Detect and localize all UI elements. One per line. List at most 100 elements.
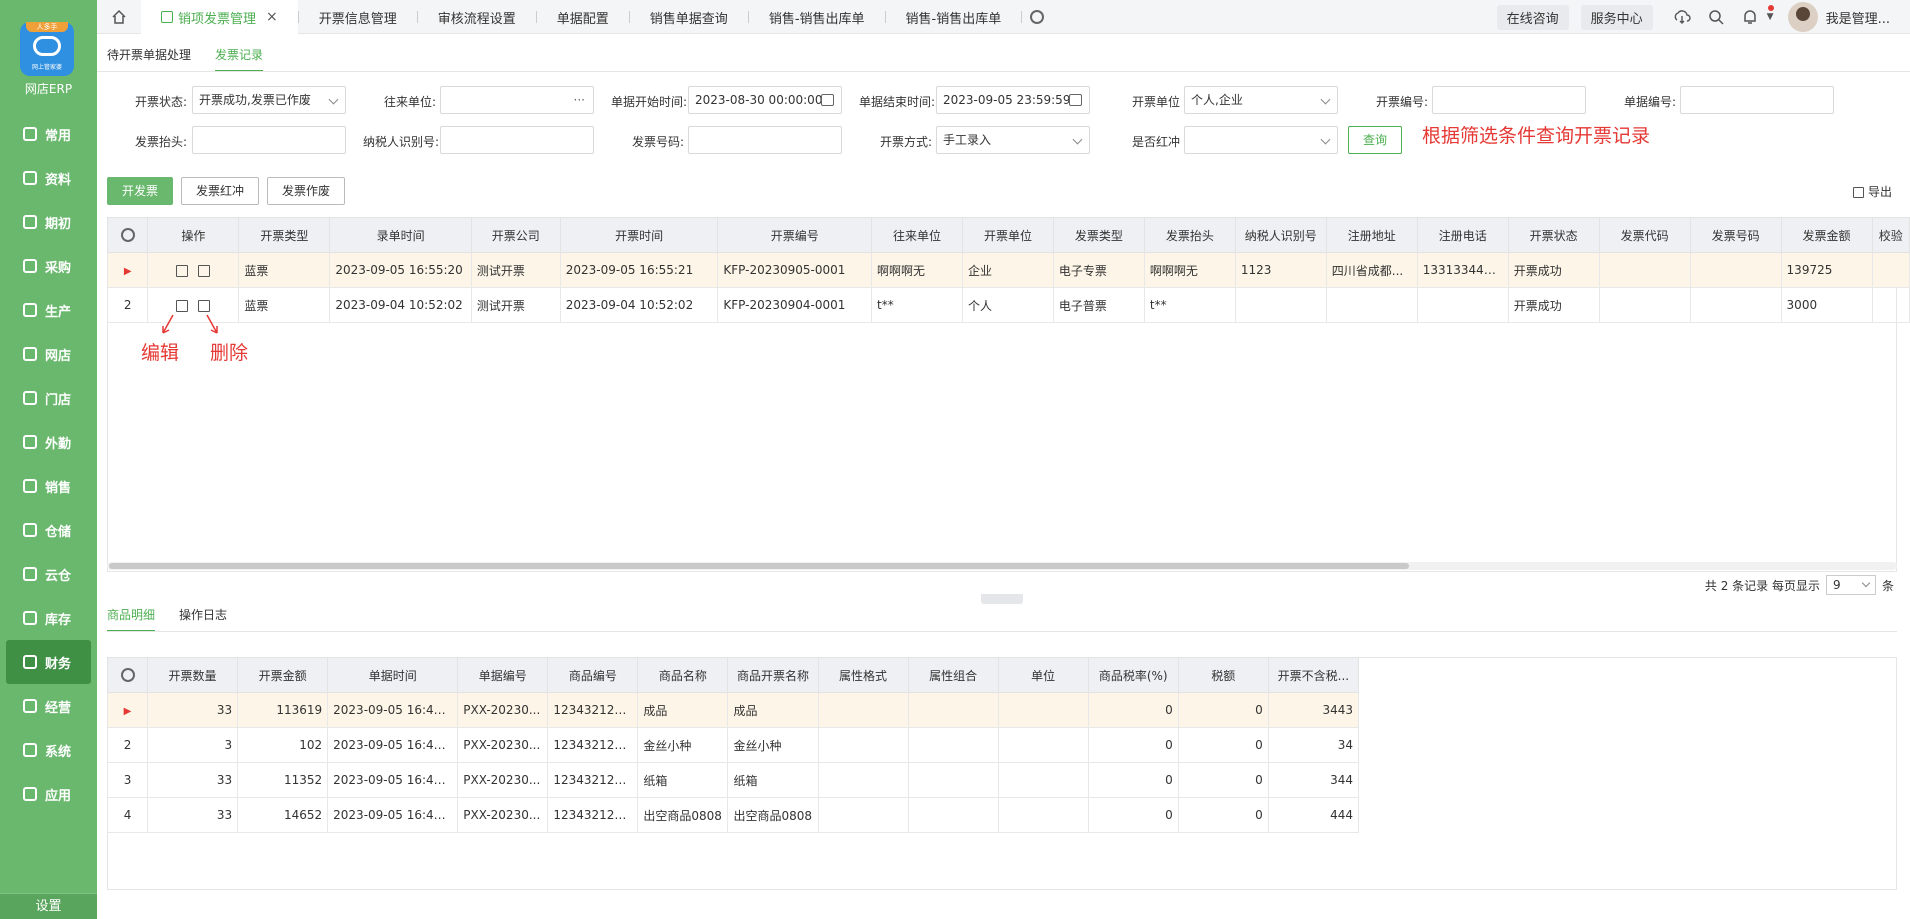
tab-settings-gear-icon[interactable] (1030, 10, 1045, 24)
calendar-icon[interactable] (1069, 94, 1082, 106)
column-header[interactable]: 开票状态 (1507, 217, 1600, 253)
home-icon[interactable] (111, 9, 127, 25)
column-header[interactable]: 开票单位 (961, 217, 1054, 253)
column-header[interactable]: 单据编号 (457, 657, 549, 693)
taxpayer-id-input[interactable] (440, 126, 594, 154)
column-header[interactable]: 发票号码 (1689, 217, 1782, 253)
sidebar-item[interactable]: 门店 (0, 376, 97, 420)
online-consult-button[interactable]: 在线咨询 (1496, 4, 1569, 30)
sidebar-item[interactable]: 财务 (6, 640, 91, 684)
tab-product-detail[interactable]: 商品明细 (107, 606, 156, 632)
red-invoice-button[interactable]: 发票红冲 (181, 177, 259, 205)
tab-item[interactable]: 审核流程设置 (418, 0, 536, 34)
column-header[interactable]: 税额 (1177, 657, 1269, 693)
more-icon[interactable]: ··· (574, 87, 585, 113)
avatar[interactable] (1787, 2, 1818, 32)
table-row[interactable]: 2 3 102 2023-09-05 16:46:08 PXX-20230... 1234… (106, 727, 1360, 763)
column-header[interactable]: 注册电话 (1416, 217, 1509, 253)
scrollbar-thumb[interactable] (109, 563, 1409, 569)
calendar-icon[interactable] (821, 94, 834, 106)
sidebar-item[interactable]: 应用 (0, 772, 97, 816)
sidebar-item[interactable]: 经营 (0, 684, 97, 728)
collapse-handle[interactable] (981, 594, 1023, 604)
partner-input[interactable]: ··· (440, 86, 594, 114)
column-header[interactable]: 开票不含税... (1267, 657, 1360, 693)
table-row[interactable]: 4 33 14652 2023-09-05 16:46:08 PXX-20230... 1… (106, 797, 1360, 833)
column-header[interactable]: 录单时间 (329, 217, 472, 253)
gear-icon[interactable] (120, 228, 135, 243)
issue-invoice-button[interactable]: 开发票 (107, 177, 173, 205)
column-header[interactable]: 校验 (1871, 217, 1910, 253)
column-header[interactable]: 开票编号 (717, 217, 873, 253)
cloud-download-icon[interactable] (1673, 8, 1691, 26)
sidebar-item[interactable]: 销售 (0, 464, 97, 508)
column-header[interactable]: 注册地址 (1325, 217, 1418, 253)
column-header[interactable]: 往来单位 (871, 217, 963, 253)
bell-dropdown-icon[interactable]: ▼ (1767, 12, 1774, 22)
void-invoice-button[interactable]: 发票作废 (267, 177, 345, 205)
user-name[interactable]: 我是管理... (1826, 8, 1890, 27)
query-button[interactable]: 查询 (1348, 126, 1402, 154)
start-time-input[interactable]: 2023-08-30 00:00:00 (688, 86, 842, 114)
column-header[interactable]: 发票金额 (1780, 217, 1873, 253)
bill-no-input[interactable] (1680, 86, 1834, 114)
column-header[interactable]: 发票抬头 (1143, 217, 1236, 253)
column-settings[interactable] (106, 217, 149, 253)
sidebar-item[interactable]: 系统 (0, 728, 97, 772)
tab-item[interactable]: 销项发票管理 × (141, 0, 298, 34)
column-header[interactable]: 商品税率(%) (1087, 657, 1179, 693)
sidebar-item[interactable]: 仓储 (0, 508, 97, 552)
delete-icon[interactable] (198, 264, 211, 277)
delete-icon[interactable] (198, 299, 211, 312)
page-size-select[interactable]: 9 (1825, 575, 1876, 595)
column-header[interactable]: 商品开票名称 (727, 657, 819, 693)
column-header[interactable]: 开票金额 (237, 657, 329, 693)
column-header[interactable]: 开票公司 (470, 217, 561, 253)
table-row[interactable]: ▶ 33 113619 2023-09-05 16:46:08 PXX-20230...… (106, 692, 1360, 728)
column-header[interactable]: 单据时间 (327, 657, 459, 693)
column-header[interactable]: 发票类型 (1052, 217, 1145, 253)
tab-item[interactable]: 销售-销售出库单 (886, 0, 1022, 34)
sidebar-item[interactable]: 云仓 (0, 552, 97, 596)
app-logo[interactable]: 人多手 网上管家婆 (20, 22, 74, 76)
tab-item[interactable]: 销售-销售出库单 (749, 0, 885, 34)
invoice-unit-select[interactable]: 个人,企业 (1184, 86, 1338, 114)
tab-item[interactable]: 开票信息管理 (299, 0, 417, 34)
gear-icon[interactable] (120, 668, 135, 683)
column-header[interactable]: 单位 (997, 657, 1089, 693)
bell-icon[interactable] (1741, 8, 1759, 26)
sidebar-item[interactable]: 常用 (0, 112, 97, 156)
table-row[interactable]: ▶ 蓝票 2023-09-05 16:55:20 测试开票 2023-09-05 16:… (106, 252, 1910, 288)
column-header[interactable]: 发票代码 (1598, 217, 1691, 253)
column-header[interactable]: 开票时间 (559, 217, 719, 253)
tab-operation-log[interactable]: 操作日志 (179, 606, 227, 632)
table-row[interactable]: 2 蓝票 2023-09-04 10:52:02 测试开票 2023-09-04 10:… (106, 287, 1910, 323)
column-header[interactable]: 开票类型 (238, 217, 331, 253)
invoice-header-input[interactable] (192, 126, 346, 154)
column-header[interactable]: 操作 (147, 217, 240, 253)
search-icon[interactable] (1707, 8, 1725, 26)
close-icon[interactable]: × (266, 9, 278, 25)
column-header[interactable]: 属性格式 (817, 657, 909, 693)
invoice-number-input[interactable] (688, 126, 842, 154)
edit-icon[interactable] (176, 264, 189, 277)
sidebar-item[interactable]: 资料 (0, 156, 97, 200)
tab-item[interactable]: 销售单据查询 (630, 0, 748, 34)
red-flag-select[interactable] (1184, 126, 1338, 154)
status-select[interactable]: 开票成功,发票已作废 (192, 86, 346, 114)
table-row[interactable]: 3 33 11352 2023-09-05 16:46:08 PXX-20230... 1… (106, 762, 1360, 798)
end-time-input[interactable]: 2023-09-05 23:59:59 (936, 86, 1090, 114)
sidebar-item[interactable]: 期初 (0, 200, 97, 244)
column-header[interactable]: 商品名称 (637, 657, 729, 693)
service-center-button[interactable]: 服务中心 (1580, 4, 1653, 30)
method-select[interactable]: 手工录入 (936, 126, 1090, 154)
column-header[interactable]: 属性组合 (907, 657, 999, 693)
column-settings[interactable] (106, 657, 149, 693)
edit-icon[interactable] (176, 299, 189, 312)
settings-button[interactable]: 设置 (0, 893, 97, 919)
invoice-no-input[interactable] (1432, 86, 1586, 114)
column-header[interactable]: 纳税人识别号 (1234, 217, 1327, 253)
sidebar-item[interactable]: 网店 (0, 332, 97, 376)
horizontal-scrollbar[interactable] (107, 562, 1897, 570)
column-header[interactable]: 商品编号 (547, 657, 639, 693)
